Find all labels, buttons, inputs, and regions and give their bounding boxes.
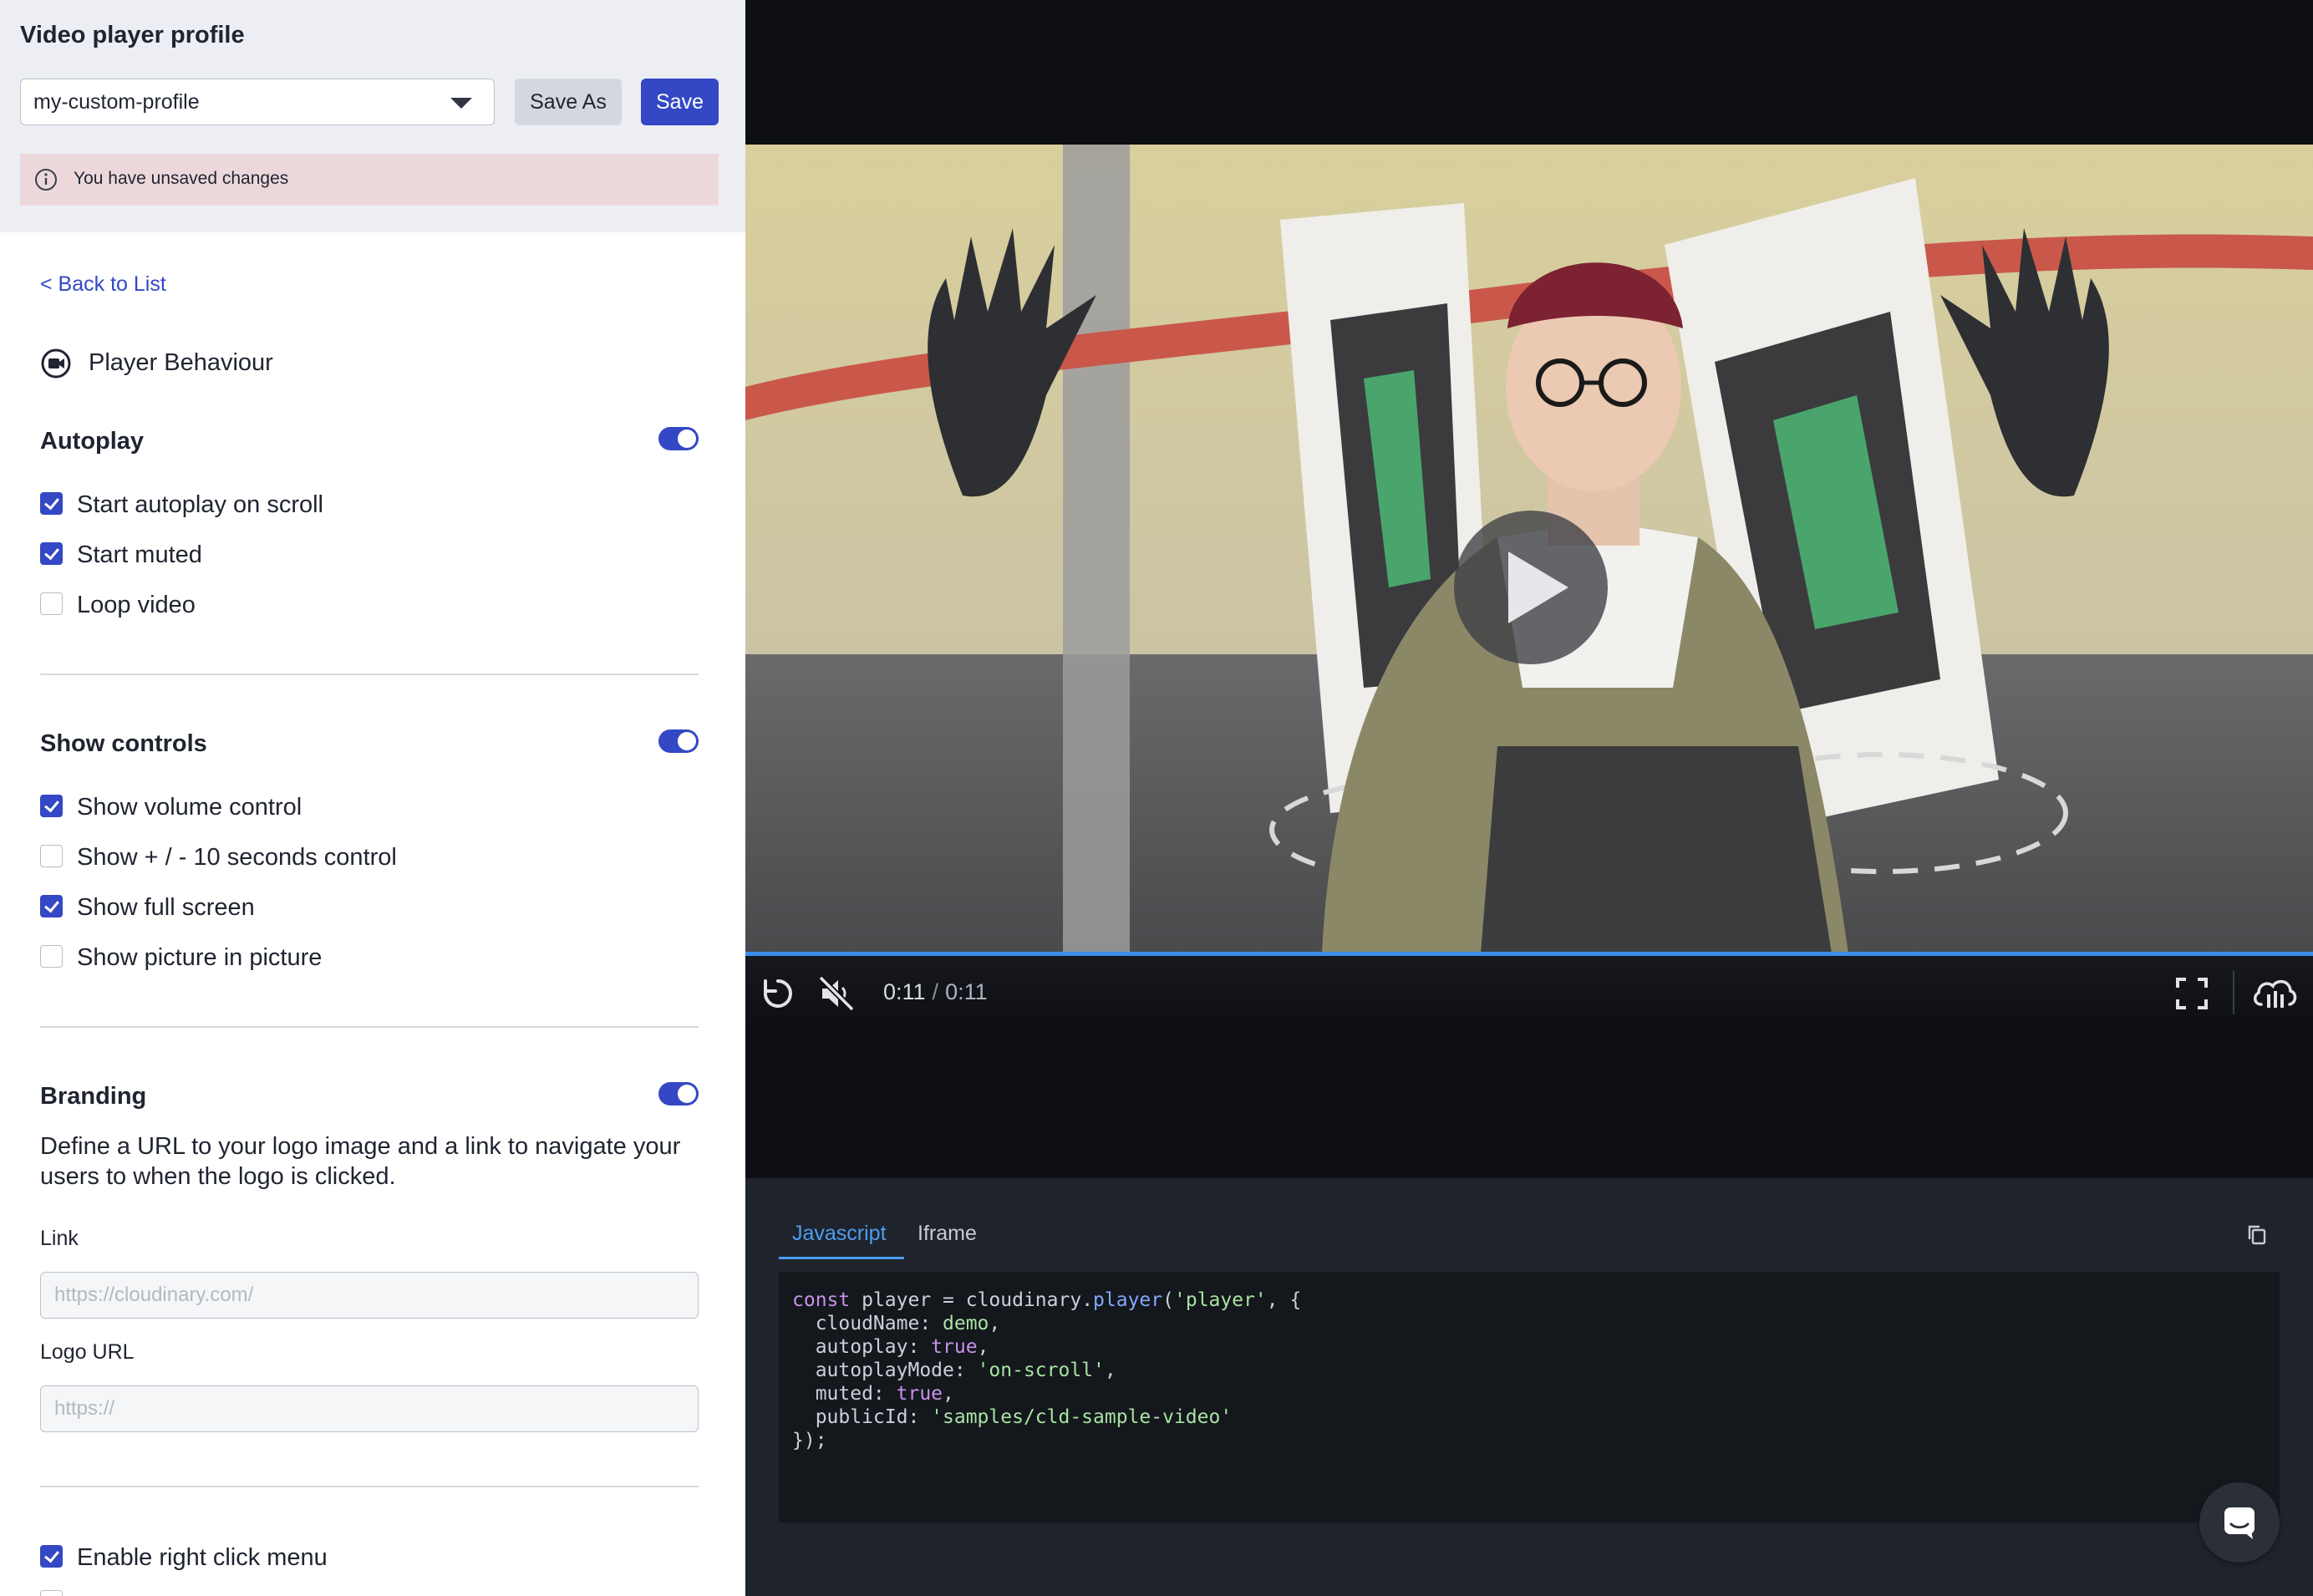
option-label: Start autoplay on scroll [77,491,323,518]
option-label: Enable right click menu [77,1544,328,1571]
save-as-button[interactable]: Save As [515,79,622,125]
option-label: Show full screen [77,894,255,921]
divider [40,1026,699,1028]
branding-toggle[interactable] [658,1082,699,1106]
option-label: Start muted [77,541,202,568]
preview-panel: 0:11/0:11 Javascript Iframe const player… [745,0,2313,1596]
checkbox[interactable] [40,895,63,917]
chat-support-button[interactable] [2199,1482,2280,1563]
logo-url-label: Logo URL [40,1340,135,1364]
checkbox[interactable] [40,945,63,968]
branding-title: Branding [40,1083,147,1110]
settings-panel: Video player profile my-custom-profile S… [0,0,745,1596]
active-tab-indicator [779,1257,904,1259]
option-label: Show + / - 10 seconds control [77,844,397,871]
replay-icon[interactable] [759,974,797,1013]
code-line: const player = cloudinary.player('player… [792,1289,1302,1311]
option-label: Show picture in picture [77,944,323,971]
info-icon [35,169,57,191]
branding-description: Define a URL to your logo image and a li… [40,1133,681,1190]
copy-icon[interactable] [2246,1223,2268,1247]
code-line: autoplay: true, [792,1336,989,1358]
chat-icon [2224,1507,2255,1539]
logo-url-input[interactable] [40,1385,699,1432]
code-line: cloudName: demo, [792,1313,1001,1334]
option-label: Loop video [77,592,196,618]
checkbox[interactable] [40,592,63,615]
checkbox[interactable] [40,492,63,515]
video-camera-icon [41,348,71,379]
checkbox[interactable] [40,1590,63,1596]
code-line: }); [792,1430,827,1451]
autoplay-toggle[interactable] [658,427,699,450]
unsaved-changes-text: You have unsaved changes [74,169,289,188]
profile-header: Video player profile my-custom-profile S… [0,0,745,232]
time-separator: / [932,979,939,1004]
video-frame[interactable] [745,145,2313,953]
tab-iframe[interactable]: Iframe [918,1222,977,1246]
profile-select-value: my-custom-profile [33,90,200,114]
fullscreen-icon[interactable] [2174,976,2209,1011]
back-to-list-link[interactable]: < Back to List [40,272,166,297]
checkbox[interactable] [40,845,63,867]
section-title: Player Behaviour [89,349,273,376]
show-controls-toggle[interactable] [658,729,699,753]
divider [40,673,699,675]
code-line: autoplayMode: 'on-scroll', [792,1360,1116,1381]
code-line: muted: true, [792,1383,954,1405]
link-input[interactable] [40,1272,699,1319]
controls-divider [2233,971,2234,1014]
divider [40,1486,699,1487]
muted-volume-icon[interactable] [816,973,857,1014]
cloudinary-logo-icon[interactable] [2251,974,2298,1011]
chevron-down-icon [450,98,472,109]
option-label: Show volume control [77,794,302,821]
code-line: publicId: 'samples/cld-sample-video' [792,1406,1233,1428]
player-controls: 0:11/0:11 [745,956,2313,1029]
save-button[interactable]: Save [641,79,719,125]
page-title: Video player profile [20,22,245,48]
tab-javascript[interactable]: Javascript [792,1222,887,1246]
checkbox[interactable] [40,795,63,817]
duration: 0:11 [945,979,988,1004]
time-display: 0:11/0:11 [883,979,988,1005]
current-time: 0:11 [883,979,926,1004]
autoplay-title: Autoplay [40,428,145,455]
checkbox[interactable] [40,1545,63,1568]
code-text: const player = cloudinary.player('player… [792,1288,1301,1452]
embed-code-panel: Javascript Iframe const player = cloudin… [745,1178,2313,1596]
video-scene-illustration [745,145,2313,953]
code-block[interactable]: const player = cloudinary.player('player… [779,1272,2280,1522]
checkbox[interactable] [40,542,63,565]
show-controls-title: Show controls [40,730,207,757]
unsaved-changes-banner: You have unsaved changes [20,154,719,206]
profile-select[interactable]: my-custom-profile [20,79,495,125]
link-label: Link [40,1227,79,1250]
